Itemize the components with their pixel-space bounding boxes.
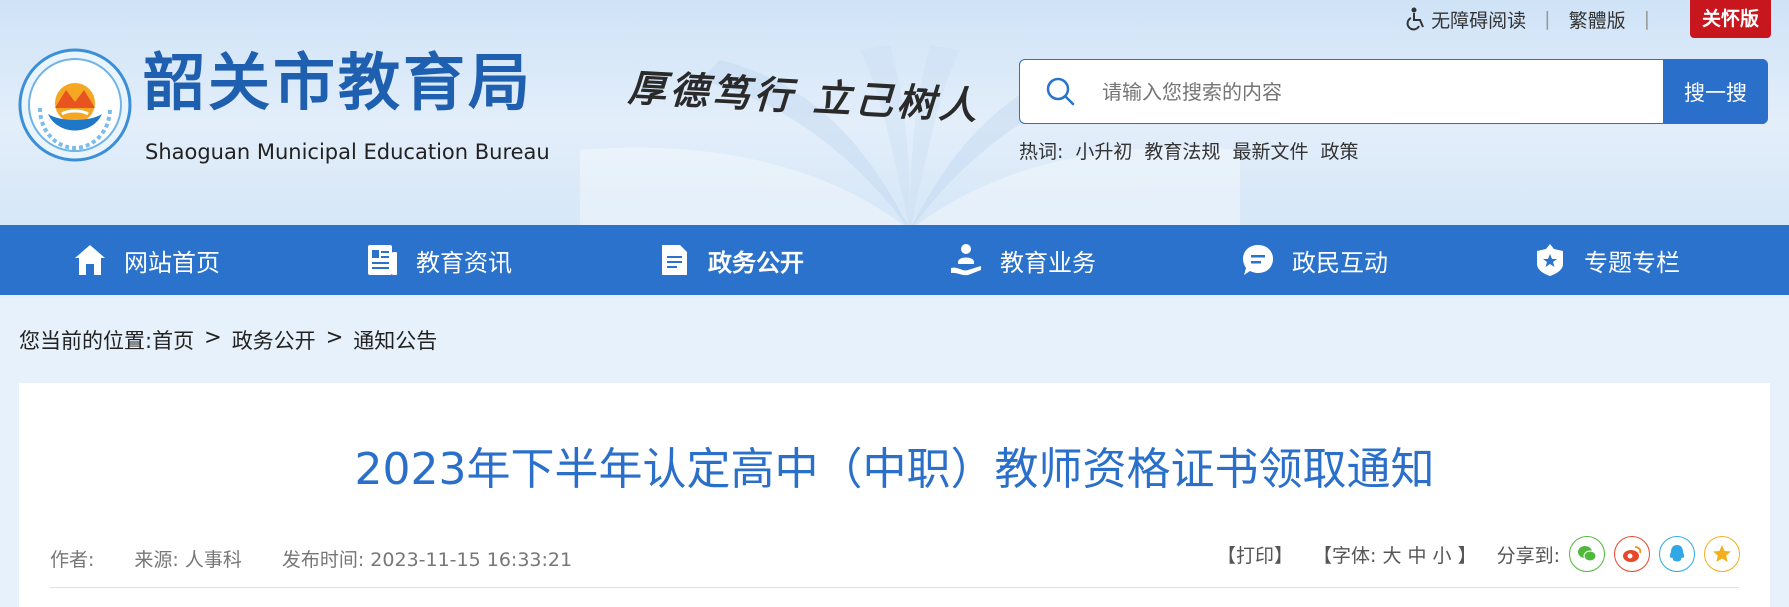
- nav-item-home[interactable]: 网站首页: [0, 225, 292, 295]
- accessibility-link[interactable]: 无障碍阅读: [1431, 6, 1526, 33]
- breadcrumb: 您当前的位置: 首页 > 政务公开 > 通知公告: [19, 325, 437, 355]
- news-icon: [368, 245, 397, 275]
- search-button[interactable]: 搜一搜: [1663, 59, 1768, 124]
- chat-icon: [1243, 245, 1273, 275]
- service-icon: [951, 244, 981, 276]
- top-utility-links: 无障碍阅读 | 繁體版 | 关怀版: [1405, 0, 1771, 38]
- traditional-chinese-link[interactable]: 繁體版: [1569, 6, 1626, 33]
- nav-item-label: 政民互动: [1292, 248, 1388, 277]
- accessibility-icon: [1406, 7, 1425, 31]
- search-icon: [1046, 77, 1075, 105]
- main-navigation: 网站首页 教育资讯 政务公开 教育业务 政民互动 专题专栏: [0, 225, 1789, 295]
- search-box: 搜一搜: [1019, 59, 1768, 124]
- qq-icon[interactable]: [1659, 536, 1695, 572]
- home-icon: [75, 245, 105, 275]
- weibo-icon[interactable]: [1614, 536, 1650, 572]
- breadcrumb-link-notices[interactable]: 通知公告: [353, 325, 437, 355]
- hot-word-link[interactable]: 政策: [1320, 137, 1358, 164]
- breadcrumb-link-home[interactable]: 首页: [152, 325, 194, 355]
- share-label: 分享到:: [1496, 544, 1560, 567]
- nav-item-label: 政务公开: [708, 248, 804, 277]
- nav-item-label: 网站首页: [124, 248, 220, 277]
- font-size-control[interactable]: 【字体: 大 中 小 】: [1313, 541, 1477, 568]
- meta-divider: [50, 587, 1739, 588]
- star-badge-icon: [1537, 244, 1563, 276]
- hot-word-link[interactable]: 最新文件: [1232, 137, 1308, 164]
- site-name-english: Shaoguan Municipal Education Bureau: [145, 140, 550, 164]
- search-input[interactable]: [1078, 61, 1663, 122]
- nav-item-label: 专题专栏: [1584, 248, 1680, 277]
- bureau-logo-emblem: [18, 48, 132, 162]
- breadcrumb-prefix: 您当前的位置:: [19, 329, 153, 353]
- nav-item-label: 教育业务: [1000, 248, 1096, 277]
- hot-words-label: 热词:: [1019, 141, 1064, 163]
- qzone-icon[interactable]: [1704, 536, 1740, 572]
- nav-item-special-topics[interactable]: 专题专栏: [1460, 225, 1752, 295]
- care-mode-button[interactable]: 关怀版: [1689, 0, 1771, 38]
- nav-item-news[interactable]: 教育资讯: [292, 225, 584, 295]
- article-meta: 作者: 来源: 人事科 发布时间: 2023-11-15 16:33:21: [50, 545, 612, 572]
- article-author: 作者:: [50, 549, 95, 571]
- page-header: 韶关市教育局 Shaoguan Municipal Education Bure…: [0, 0, 1789, 225]
- nav-item-interaction[interactable]: 政民互动: [1168, 225, 1460, 295]
- article-source: 来源: 人事科: [134, 549, 242, 571]
- document-icon: [662, 245, 687, 275]
- nav-item-education-services[interactable]: 教育业务: [876, 225, 1168, 295]
- article-tools: 【打印】 【字体: 大 中 小 】 分享到:: [1217, 536, 1740, 572]
- site-name-chinese[interactable]: 韶关市教育局: [143, 52, 533, 114]
- hot-word-link[interactable]: 小升初: [1075, 137, 1132, 164]
- hot-word-link[interactable]: 教育法规: [1144, 137, 1220, 164]
- article-card: 2023年下半年认定高中（中职）教师资格证书领取通知 作者: 来源: 人事科 发…: [19, 383, 1770, 607]
- nav-item-government-affairs[interactable]: 政务公开: [584, 225, 876, 295]
- breadcrumb-separator: >: [325, 325, 344, 349]
- link-separator: |: [1643, 8, 1650, 30]
- print-button[interactable]: 【打印】: [1217, 541, 1293, 568]
- hot-words: 热词: 小升初 教育法规 最新文件 政策: [1019, 137, 1358, 164]
- article-title: 2023年下半年认定高中（中职）教师资格证书领取通知: [354, 444, 1435, 495]
- article-publish-time: 发布时间: 2023-11-15 16:33:21: [281, 549, 573, 571]
- breadcrumb-separator: >: [204, 325, 222, 349]
- nav-item-label: 教育资讯: [416, 248, 512, 277]
- link-separator: |: [1544, 8, 1551, 30]
- wechat-icon[interactable]: [1569, 536, 1605, 572]
- breadcrumb-link-government-affairs[interactable]: 政务公开: [232, 325, 316, 355]
